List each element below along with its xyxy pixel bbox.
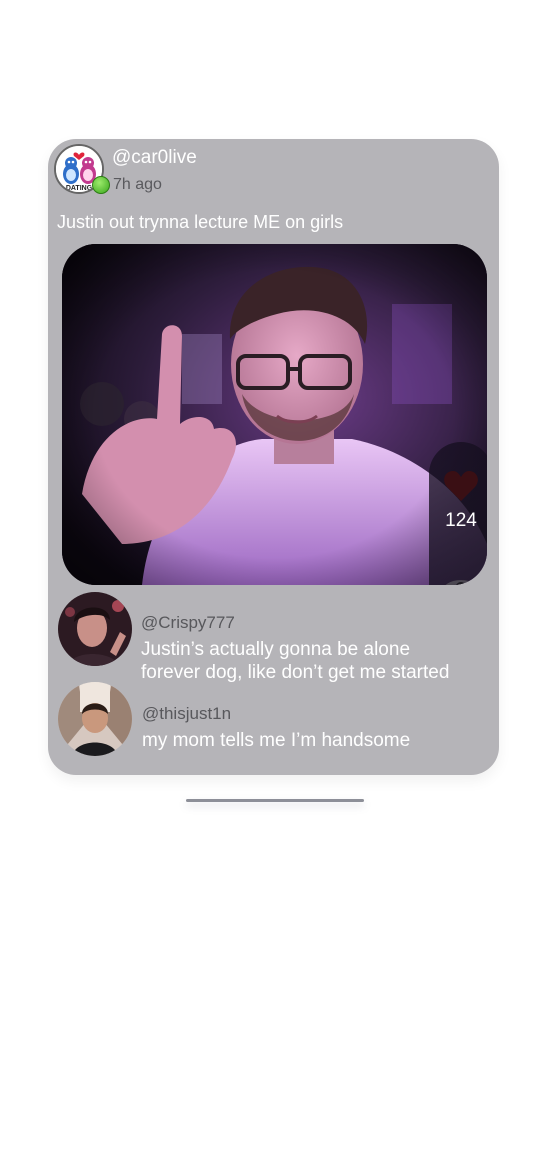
comment-text-line: Justin’s actually gonna be alone	[141, 639, 411, 660]
comment-username[interactable]: @Crispy777	[141, 613, 235, 633]
post-username[interactable]: @car0live	[112, 147, 197, 169]
comment-text-line: forever dog, like don’t get me started	[141, 662, 450, 683]
home-indicator	[186, 799, 364, 802]
svg-text:DATING: DATING	[66, 185, 93, 192]
post-card: DATING @car0live 7h ago Justin out trynn…	[48, 139, 499, 775]
commenter-avatar[interactable]	[58, 592, 132, 666]
commenter-avatar[interactable]	[58, 682, 132, 756]
comment-text: my mom tells me I’m handsome	[142, 730, 411, 751]
post-photo[interactable]: 124 512	[62, 244, 487, 585]
like-count: 124	[445, 510, 477, 531]
heart-icon[interactable]	[443, 470, 479, 502]
post-timestamp: 7h ago	[113, 176, 162, 193]
eye-icon[interactable]	[441, 578, 481, 585]
commenter-photo	[58, 592, 132, 666]
selfie-image	[62, 244, 487, 585]
post-stats-pill: 124 512	[429, 442, 487, 585]
comment-username[interactable]: @thisjust1n	[142, 704, 231, 724]
online-status-icon	[92, 176, 110, 194]
commenter-photo	[58, 682, 132, 756]
comment-text: Justin’s actually gonna be alone forever…	[141, 638, 471, 684]
post-caption: Justin out trynna lecture ME on girls	[57, 212, 344, 232]
